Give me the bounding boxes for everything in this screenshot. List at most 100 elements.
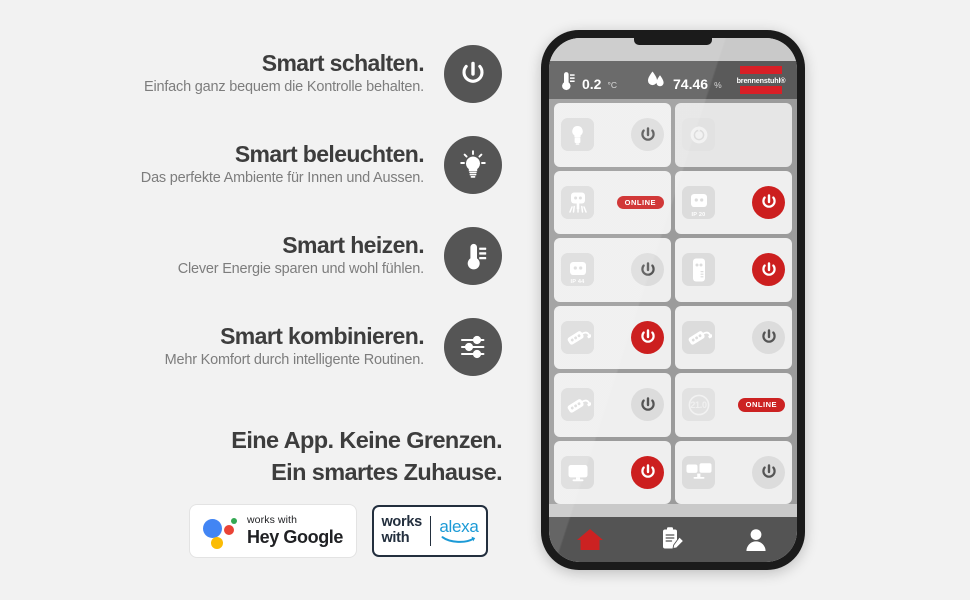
power-strip-icon [561,320,594,354]
device-tile[interactable] [554,373,671,437]
nav-item-home[interactable] [560,517,620,562]
power-toggle-button[interactable] [752,320,785,354]
thermometer-icon [562,71,575,90]
device-tile[interactable] [675,103,792,167]
feature-text: Smart beleuchten. Das perfekte Ambiente … [141,140,444,189]
device-row [554,440,792,504]
power-toggle-button[interactable] [631,455,664,489]
alexa-name: alexa [439,517,479,536]
power-strip-icon [561,388,594,422]
feature-text: Smart kombinieren. Mehr Komfort durch in… [164,322,444,371]
ip-rating-label: IP 20 [691,211,706,218]
clipboard-edit-icon [662,527,684,549]
device-tile[interactable] [554,305,671,369]
power-toggle-button[interactable] [631,320,664,354]
sliders-icon [444,318,502,376]
works-with-hey-google-badge: works with Hey Google [190,505,356,557]
power-icon [444,45,502,103]
wall-adapter-icon [682,253,715,287]
device-row: 21.0 ONLINE [554,373,792,437]
humidity-value: 74.46 [673,75,709,92]
device-row: IP 44 [554,238,792,302]
alexa-with-label: with [381,530,410,546]
device-tile[interactable]: 21.0 ONLINE [675,373,792,437]
ip-rating-label: IP 44 [570,279,585,286]
alexa-works-label: works [381,514,422,531]
feature-row-heizen: Smart heizen. Clever Energie sparen und … [0,227,525,285]
feature-title: Smart heizen. [282,231,424,258]
device-tile[interactable] [675,305,792,369]
tagline-line-1: Eine App. Keine Grenzen. [231,427,502,453]
lightbulb-icon [444,136,502,194]
power-toggle-button[interactable] [752,455,785,489]
nav-gap [549,504,797,517]
feature-text: Smart heizen. Clever Energie sparen und … [177,231,444,280]
nav-item-tasks[interactable] [643,517,703,562]
online-status-badge: ONLINE [616,195,664,209]
device-tile[interactable]: IP 44 [554,238,671,302]
app-status-bar: 0.2 °C 74.46 % brennenstuhl® [549,61,797,99]
amazon-smile-icon [441,536,476,543]
google-assistant-name: Hey Google [247,526,344,547]
feature-row-beleuchten: Smart beleuchten. Das perfekte Ambiente … [0,136,525,194]
power-strip-icon [682,320,715,354]
nav-item-profile[interactable] [726,517,786,562]
feature-title: Smart beleuchten. [234,140,425,167]
thermostat-value: 21.0 [690,399,707,410]
device-tile[interactable] [675,238,792,302]
garden-socket-icon [561,185,594,219]
power-toggle-button[interactable] [631,253,664,287]
monitor-icon [561,455,594,489]
feature-row-kombinieren: Smart kombinieren. Mehr Komfort durch in… [0,318,525,376]
socket-icon: IP 44 [561,253,594,287]
amazon-alexa-icon: alexa [439,517,479,544]
device-row [554,103,792,167]
brand-name: brennenstuhl® [736,75,786,85]
home-icon [577,529,604,550]
device-tile[interactable] [554,440,671,504]
online-status-badge: ONLINE [737,398,785,412]
tagline: Eine App. Keine Grenzen. Ein smartes Zuh… [231,425,502,488]
temperature-unit: °C [607,80,618,90]
device-tile[interactable] [554,103,671,167]
device-row: ONLINE IP 20 [554,170,792,234]
power-toggle-button[interactable] [631,388,664,422]
feature-title: Smart schalten. [261,49,425,76]
dual-screen-icon [682,455,715,489]
feature-subtitle: Mehr Komfort durch intelligente Routinen… [164,352,425,369]
google-assistant-icon [203,516,237,549]
brand-bar-top [740,66,782,74]
person-icon [746,528,766,551]
temperature-reading: 0.2 °C [561,70,617,91]
compatibility-badges: works with Hey Google works with alexa [190,505,488,557]
feature-title: Smart kombinieren. [220,322,425,349]
device-grid: ONLINE IP 20 IP 44 21.0 ONLINE [549,99,797,504]
device-tile[interactable] [675,440,792,504]
thermostat-icon: 21.0 [682,388,715,422]
power-toggle-button[interactable] [752,185,785,219]
phone-mockup: 0.2 °C 74.46 % brennenstuhl® ONLINE IP 2… [541,30,805,570]
phone-screen: 0.2 °C 74.46 % brennenstuhl® ONLINE IP 2… [549,38,797,562]
dimmer-dial-icon [682,118,715,152]
device-tile[interactable]: IP 20 [675,170,792,234]
temperature-value: 0.2 [582,75,602,92]
marketing-panel: Smart schalten. Einfach ganz bequem die … [0,0,525,600]
socket-icon: IP 20 [682,185,715,219]
humidity-reading: 74.46 % [645,70,722,91]
power-toggle-button[interactable] [752,253,785,287]
device-row [554,305,792,369]
humidity-unit: % [714,80,722,90]
tagline-line-2: Ein smartes Zuhause. [271,458,503,485]
lightbulb-icon [561,118,594,152]
google-works-with-label: works with [247,514,298,527]
feature-row-schalten: Smart schalten. Einfach ganz bequem die … [0,45,525,103]
feature-text: Smart schalten. Einfach ganz bequem die … [144,49,444,98]
device-tile[interactable]: ONLINE [554,170,671,234]
power-toggle-button[interactable] [631,118,664,152]
badge-divider [429,516,432,546]
thermometer-icon [444,227,502,285]
humidity-drop-icon [648,71,664,86]
brand-bar-bottom [740,86,782,94]
feature-subtitle: Clever Energie sparen und wohl fühlen. [177,261,425,278]
phone-speaker-notch [634,38,712,45]
